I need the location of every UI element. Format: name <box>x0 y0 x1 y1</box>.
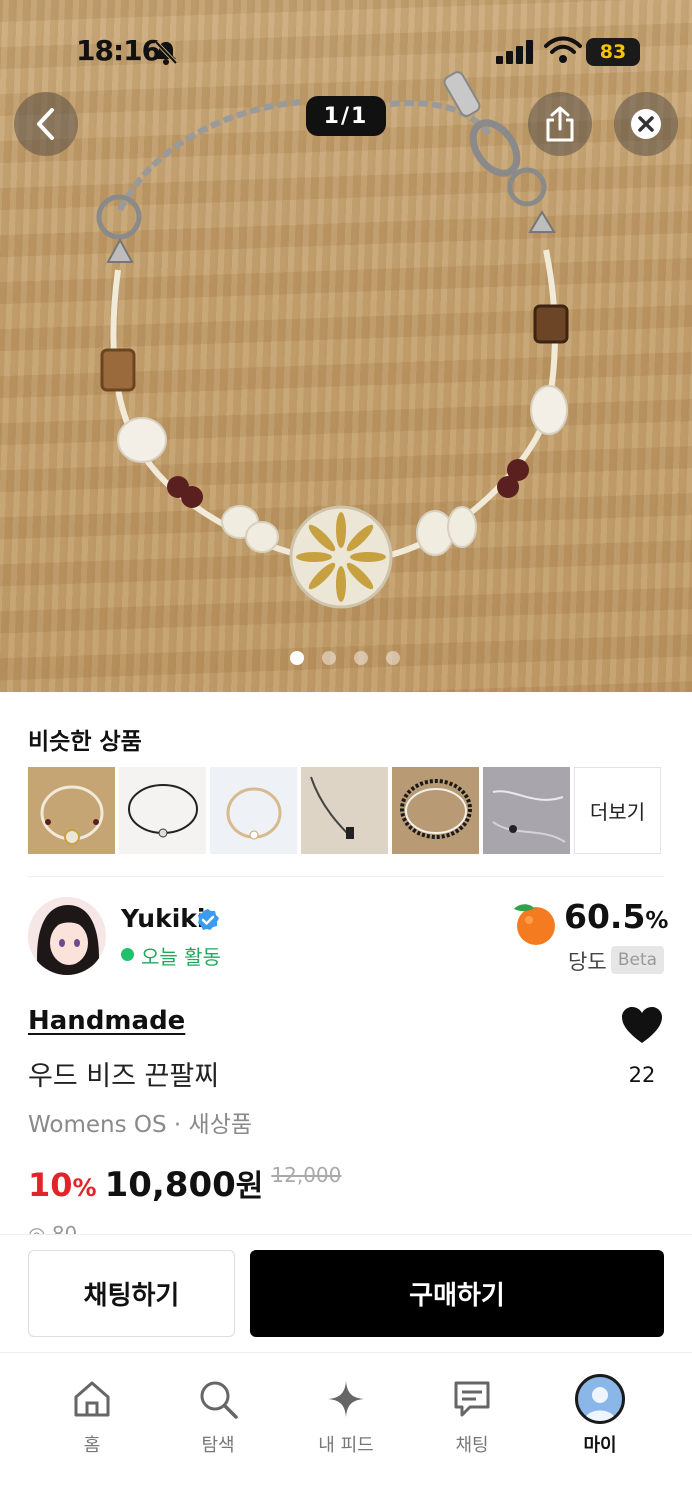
product-image[interactable]: 18:16 83 1/1 <box>0 0 692 692</box>
bell-off-icon <box>154 40 178 65</box>
like-count: 22 <box>628 1063 656 1087</box>
back-button[interactable] <box>14 92 78 156</box>
buy-button[interactable]: 구매하기 <box>250 1250 664 1337</box>
currency-unit: 원 <box>235 1169 264 1204</box>
tab-chat[interactable]: 채팅 <box>412 1371 532 1457</box>
original-price: 12,000 <box>271 1163 342 1187</box>
thumb-image <box>301 767 388 854</box>
product-meta: Womens OS · 새상품 <box>28 1112 253 1138</box>
tab-home[interactable]: 홈 <box>32 1371 152 1457</box>
orange-icon <box>514 904 555 945</box>
heart-icon[interactable] <box>620 1005 664 1045</box>
thumb-image <box>483 767 570 854</box>
beta-badge: Beta <box>611 946 664 974</box>
eye-icon: ◎ <box>28 1222 52 1234</box>
online-status-dot <box>121 948 134 961</box>
home-icon <box>74 1381 110 1417</box>
share-button[interactable] <box>528 92 592 156</box>
close-button[interactable] <box>614 92 678 156</box>
similar-product-thumb[interactable] <box>210 767 297 854</box>
avatar-image <box>28 897 106 975</box>
status-time: 18:16 <box>76 34 161 67</box>
image-page-counter: 1/1 <box>306 96 386 136</box>
tab-label: 채팅 <box>455 1435 489 1456</box>
image-pagination-dots <box>290 651 400 665</box>
discount-unit: % <box>72 1174 97 1202</box>
similar-product-thumb[interactable] <box>119 767 206 854</box>
chat-button[interactable]: 채팅하기 <box>28 1250 235 1337</box>
brand-link[interactable]: Handmade <box>28 1006 185 1036</box>
similar-product-thumb[interactable] <box>28 767 115 854</box>
signal-icon <box>496 40 533 64</box>
thumb-image <box>119 767 206 854</box>
status-bar: 18:16 83 <box>0 0 692 90</box>
tab-label: 내 피드 <box>318 1435 374 1456</box>
discount-rate: 10 <box>28 1166 73 1204</box>
share-icon <box>546 106 574 142</box>
purchase-action-bar: 채팅하기 구매하기 <box>0 1234 692 1352</box>
view-count: ◎ 80 <box>28 1220 77 1234</box>
tab-my-feed[interactable]: 내 피드 <box>286 1371 406 1457</box>
wifi-icon <box>544 36 582 63</box>
sweetness-value: 60.5 <box>564 897 646 936</box>
more-similar-button[interactable]: 더보기 <box>574 767 661 854</box>
tab-label: 홈 <box>83 1435 101 1456</box>
tab-explore[interactable]: 탐색 <box>158 1371 278 1457</box>
tab-my[interactable]: 마이 <box>540 1371 660 1457</box>
product-title: 우드 비즈 끈팔찌 <box>28 1061 220 1092</box>
similar-products-title: 비슷한 상품 <box>28 729 142 755</box>
pagination-dot <box>322 651 336 665</box>
close-icon <box>631 109 661 139</box>
section-divider <box>28 876 664 877</box>
tab-label: 탐색 <box>201 1435 235 1456</box>
thumb-image <box>28 767 115 854</box>
sale-price: 10,800 <box>104 1165 236 1205</box>
battery-indicator: 83 <box>586 38 640 66</box>
search-icon <box>200 1381 238 1419</box>
pagination-dot <box>354 651 368 665</box>
seller-name[interactable]: Yukiki <box>121 904 205 933</box>
pagination-dot <box>386 651 400 665</box>
chevron-left-icon <box>37 108 54 140</box>
pagination-dot <box>290 651 304 665</box>
thumb-image <box>210 767 297 854</box>
tab-label: 마이 <box>583 1435 617 1456</box>
chat-icon <box>454 1381 490 1417</box>
profile-icon <box>575 1374 625 1424</box>
similar-products-list: 더보기 <box>28 767 661 854</box>
similar-product-thumb[interactable] <box>301 767 388 854</box>
thumb-image <box>392 767 479 854</box>
seller-activity: 오늘 활동 <box>141 945 221 969</box>
sweetness-label: 당도 <box>568 950 607 974</box>
similar-product-thumb[interactable] <box>483 767 570 854</box>
similar-product-thumb[interactable] <box>392 767 479 854</box>
verified-badge-icon <box>198 909 219 930</box>
sweetness-score: 60.5% <box>564 897 668 936</box>
bottom-tab-bar: 홈 탐색 내 피드 채팅 마이 <box>0 1352 692 1500</box>
sparkle-icon <box>328 1381 364 1417</box>
sweetness-unit: % <box>645 908 669 934</box>
view-count-value: 80 <box>51 1222 78 1234</box>
seller-avatar[interactable] <box>28 897 106 975</box>
price-row: 10 % 10,800 원 12,000 <box>28 1161 341 1205</box>
